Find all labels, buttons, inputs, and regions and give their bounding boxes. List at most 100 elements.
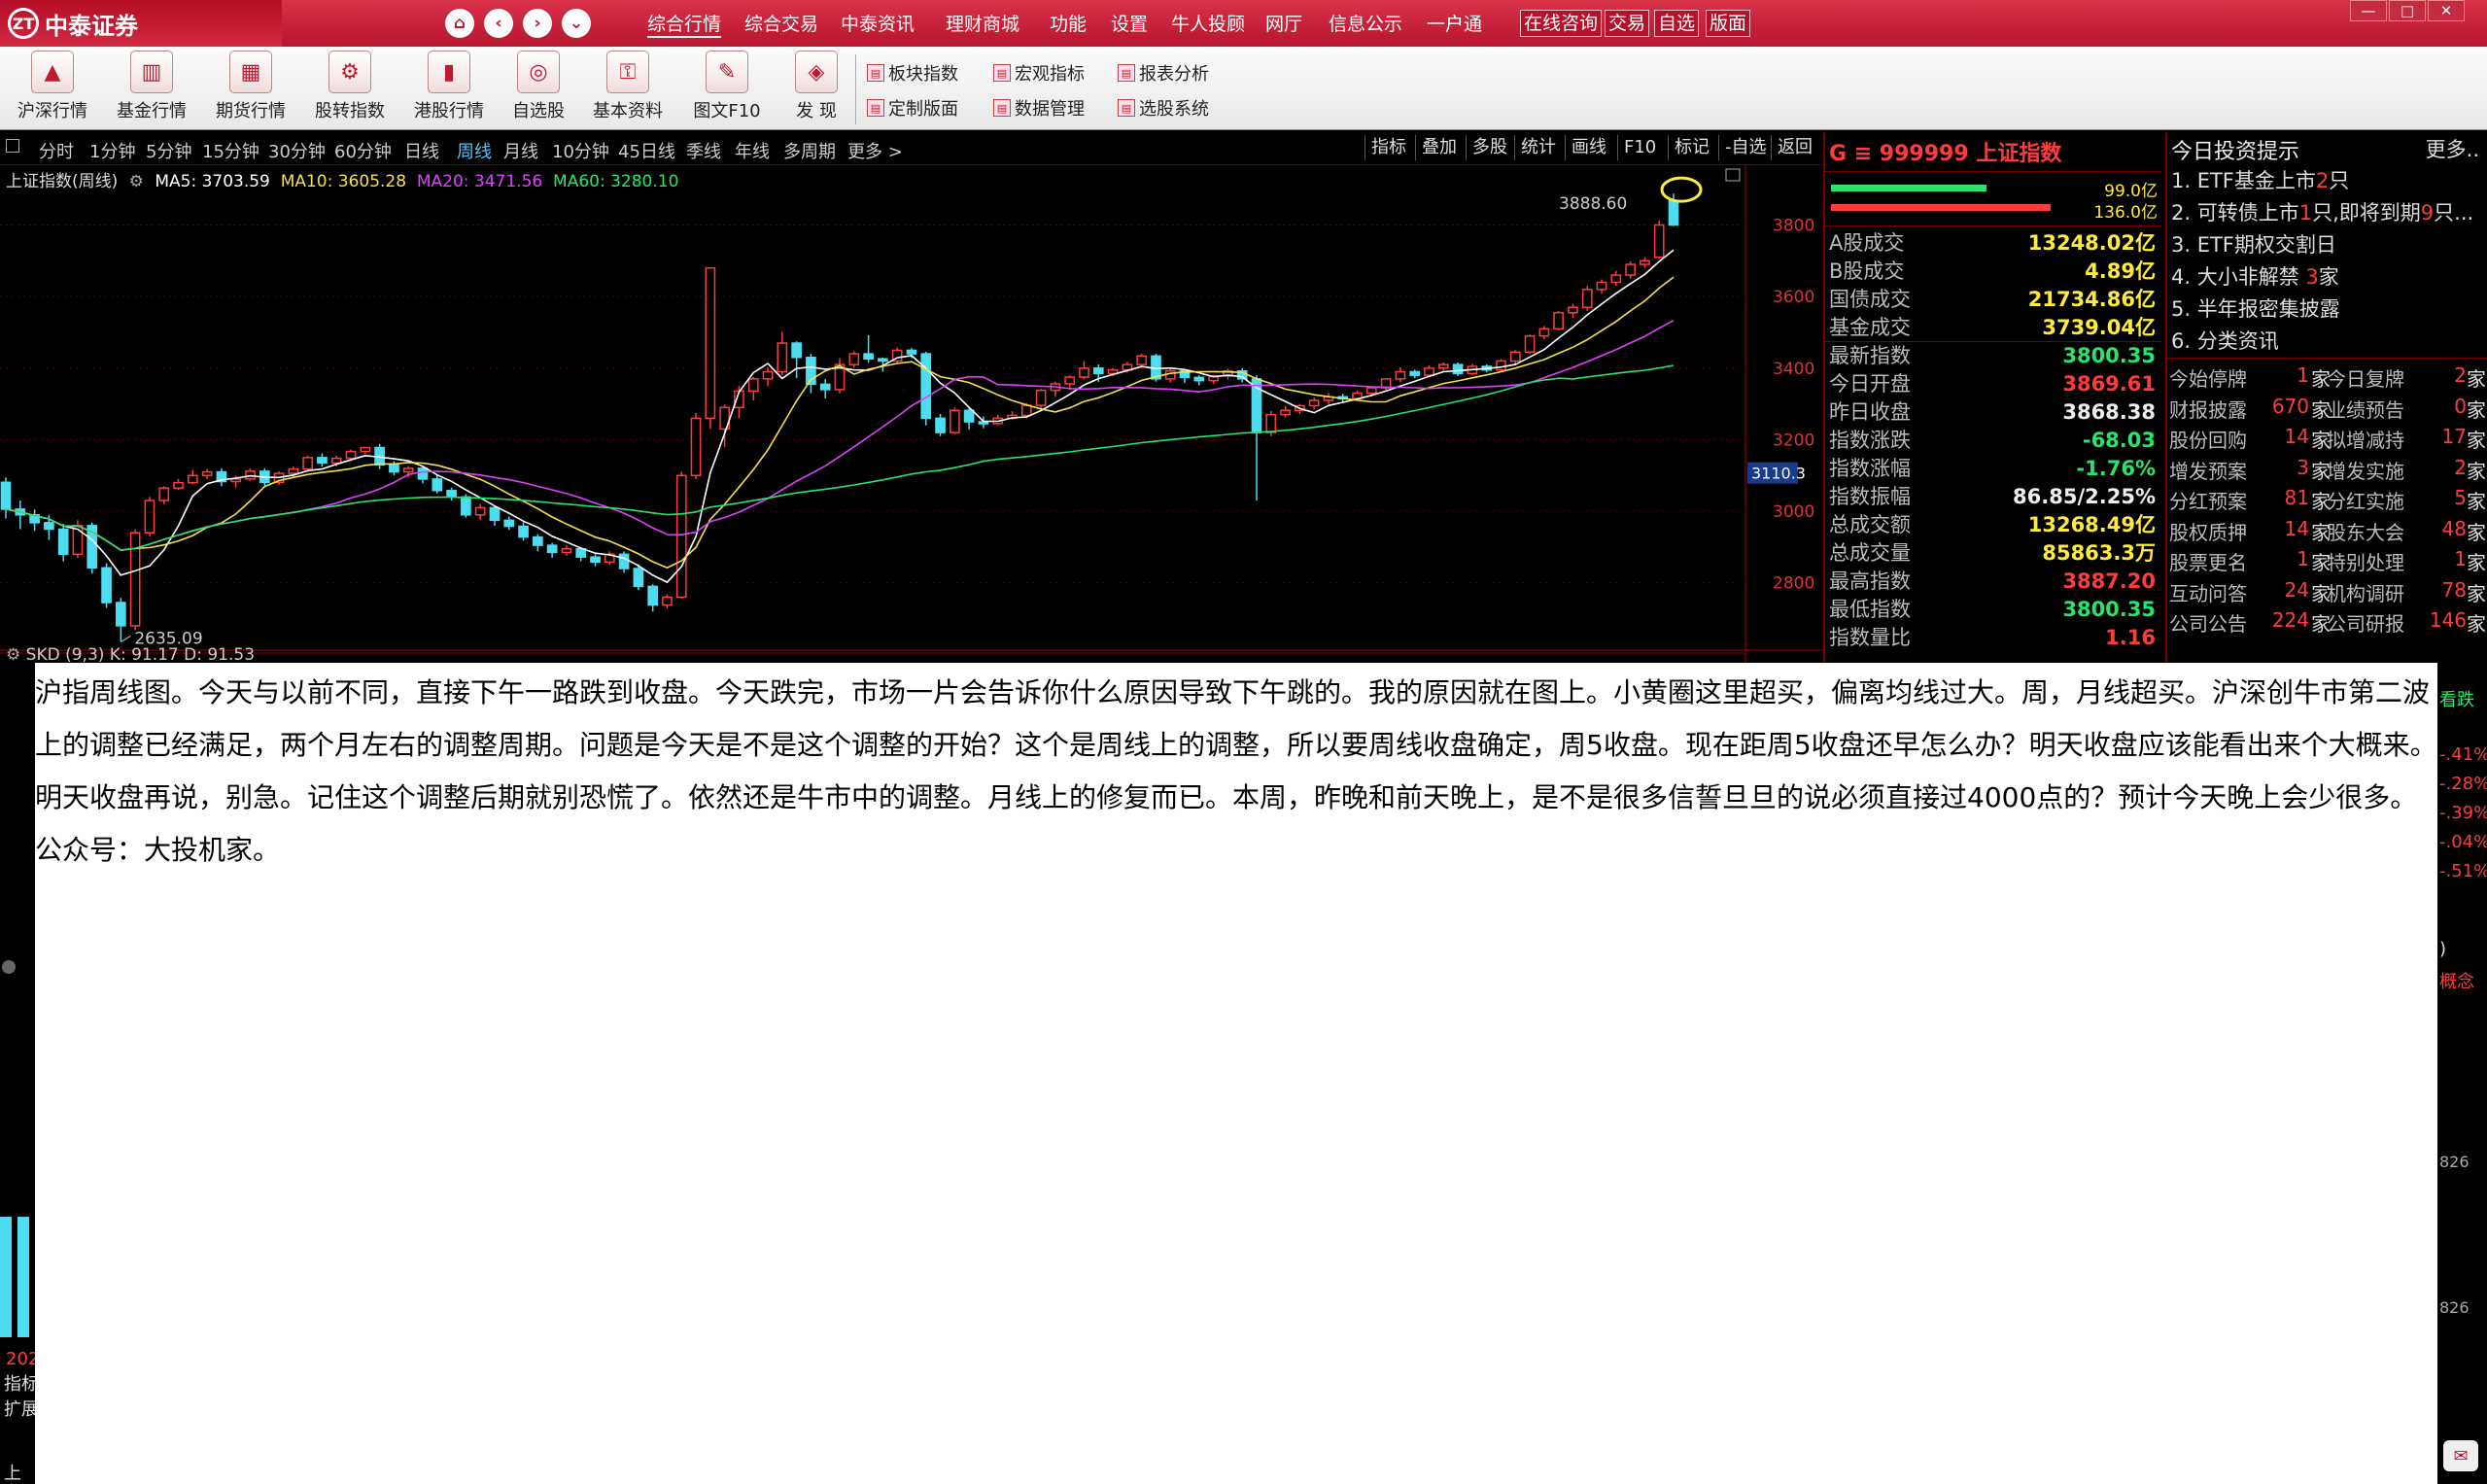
hint-stat[interactable]: 增发预案 [2169, 456, 2247, 484]
hint-stat[interactable]: 财报披露 [2169, 395, 2247, 423]
period-4[interactable]: 30分钟 [268, 138, 326, 163]
chart-tool-5[interactable]: F10 [1617, 135, 1662, 160]
hint-seg: 4. 大小非解禁 [2171, 265, 2306, 289]
toolbar-divider [855, 54, 856, 124]
period-2[interactable]: 5分钟 [146, 138, 191, 163]
hint-stat[interactable]: 公司公告 [2169, 608, 2247, 637]
chart-tool-2[interactable]: 多股 [1466, 135, 1513, 160]
left-partial-tab-extend[interactable]: 扩展 [4, 1396, 39, 1421]
period-6[interactable]: 日线 [404, 138, 439, 163]
chart-tool-3[interactable]: 统计 [1514, 135, 1562, 160]
toolbar-button-8[interactable]: ◈ 发 现 [772, 51, 861, 126]
period-5[interactable]: 60分钟 [334, 138, 392, 163]
toolbar-button-2[interactable]: ▦ 期货行情 [206, 51, 295, 126]
period-10[interactable]: 45日线 [618, 138, 675, 163]
period-1[interactable]: 1分钟 [89, 138, 135, 163]
hint-item-5[interactable]: 6. 分类资讯 [2171, 326, 2279, 355]
menu-item-0[interactable]: 综合行情 [647, 10, 722, 38]
settings-icon[interactable]: ⚙ [129, 172, 144, 191]
small-tool-0-0[interactable]: ▤ 板块指数 [867, 60, 958, 86]
hint-stat[interactable]: 业绩预告 [2327, 395, 2404, 423]
hint-item-3[interactable]: 4. 大小非解禁 3家 [2171, 261, 2339, 291]
period-9[interactable]: 10分钟 [552, 138, 609, 163]
indicator-settings-icon[interactable]: ⚙ [6, 645, 20, 665]
chart-tool-6[interactable]: 标记 [1668, 135, 1715, 160]
close-icon[interactable]: ✕ [2428, 0, 2465, 21]
minimize-icon[interactable]: — [2350, 0, 2387, 21]
hint-stat[interactable]: 互动问答 [2169, 578, 2247, 606]
home-icon[interactable]: ⌂ [445, 9, 474, 38]
period-menu-icon[interactable] [6, 139, 19, 153]
small-tool-1-0[interactable]: ▤ 定制版面 [867, 95, 958, 121]
hint-item-2[interactable]: 3. ETF期权交割日 [2171, 229, 2336, 259]
chart-tool-8[interactable]: 返回 [1771, 135, 1818, 160]
back-icon[interactable]: ‹ [484, 9, 513, 38]
period-8[interactable]: 月线 [503, 138, 538, 163]
candle-body [230, 478, 242, 483]
chart-tool-4[interactable]: 画线 [1565, 135, 1612, 160]
hint-stat[interactable]: 分红预案 [2169, 486, 2247, 514]
toolbar-button-4[interactable]: ▮ 港股行情 [404, 51, 494, 126]
forward-icon[interactable]: › [523, 9, 552, 38]
panel-toggle-icon[interactable] [2, 960, 16, 974]
menu-item-8[interactable]: 信息公示 [1329, 10, 1402, 36]
quote-row: 指数涨跌 -68.03 [1827, 427, 2161, 454]
hint-item-0[interactable]: 1. ETF基金上市2只 [2171, 165, 2349, 194]
boxed-menu-0[interactable]: 在线咨询 [1520, 10, 1603, 37]
menu-item-3[interactable]: 理财商城 [946, 10, 1019, 36]
dropdown-icon[interactable]: ⌄ [562, 9, 591, 38]
period-3[interactable]: 15分钟 [202, 138, 259, 163]
hint-stat[interactable]: 公司研报 [2327, 608, 2404, 637]
maximize-icon[interactable]: □ [2389, 0, 2426, 21]
chart-tool-0[interactable]: 指标 [1364, 135, 1412, 160]
notification-icon[interactable]: ✉ [2443, 1440, 2478, 1471]
toolbar-button-7[interactable]: ✎ 图文F10 [682, 51, 772, 126]
hint-stat[interactable]: 股权质押 [2169, 517, 2247, 545]
small-tool-1-1[interactable]: ▤ 数据管理 [993, 95, 1085, 121]
toolbar-button-1[interactable]: ▥ 基金行情 [107, 51, 196, 126]
hint-stat[interactable]: 特别处理 [2327, 547, 2404, 575]
period-13[interactable]: 多周期 [783, 138, 836, 163]
chart-tool-7[interactable]: -自选 [1718, 135, 1773, 160]
toolbar-button-0[interactable]: ▲ 沪深行情 [8, 51, 97, 126]
small-tool-1-2[interactable]: ▤ 选股系统 [1118, 95, 1209, 121]
toolbar-button-3[interactable]: ⚙ 股转指数 [305, 51, 395, 126]
kline-chart[interactable]: 3800360034003200300028003888.602635.0931… [0, 165, 1823, 663]
period-14[interactable]: 更多 > [847, 138, 903, 163]
menu-item-9[interactable]: 一户通 [1427, 10, 1482, 36]
small-tool-0-2[interactable]: ▤ 报表分析 [1118, 60, 1209, 86]
period-0[interactable]: 分时 [39, 138, 74, 163]
hint-stat[interactable]: 股票更名 [2169, 547, 2247, 575]
hint-stat[interactable]: 今始停牌 [2169, 363, 2247, 392]
period-12[interactable]: 年线 [735, 138, 770, 163]
candle-body [1395, 370, 1406, 380]
small-tool-0-1[interactable]: ▤ 宏观指标 [993, 60, 1085, 86]
menu-item-4[interactable]: 功能 [1050, 10, 1087, 36]
boxed-menu-2[interactable]: 自选 [1654, 10, 1700, 37]
menu-item-1[interactable]: 综合交易 [744, 10, 818, 36]
quote-label: 最新指数 [1829, 344, 1911, 367]
toolbar-button-5[interactable]: ◎ 自选股 [494, 51, 583, 126]
period-7[interactable]: 周线 [457, 138, 492, 163]
hint-item-1[interactable]: 2. 可转债上市1只,即将到期9只... [2171, 197, 2473, 226]
menu-item-7[interactable]: 网厅 [1265, 10, 1302, 36]
boxed-menu-1[interactable]: 交易 [1605, 10, 1650, 37]
hint-stat[interactable]: 股份回购 [2169, 425, 2247, 453]
left-partial-tab-indicator[interactable]: 指标 [4, 1370, 39, 1396]
hint-stat[interactable]: 拟增减持 [2327, 425, 2404, 453]
period-11[interactable]: 季线 [686, 138, 721, 163]
hint-stat[interactable]: 增发实施 [2327, 456, 2404, 484]
boxed-menu-3[interactable]: 版面 [1706, 10, 1751, 37]
hint-stat[interactable]: 分红实施 [2327, 486, 2404, 514]
toolbar-button-6[interactable]: ⚿ 基本资料 [583, 51, 673, 126]
right-partial-concept[interactable]: 概念 [2439, 968, 2474, 993]
hint-stat[interactable]: 股东大会 [2327, 517, 2404, 545]
menu-item-6[interactable]: 牛人投顾 [1171, 10, 1245, 36]
hint-stat[interactable]: 机构调研 [2327, 578, 2404, 606]
menu-item-5[interactable]: 设置 [1111, 10, 1148, 36]
menu-item-2[interactable]: 中泰资讯 [841, 10, 915, 36]
hint-stat[interactable]: 今日复牌 [2327, 363, 2404, 392]
chart-tool-1[interactable]: 叠加 [1415, 135, 1463, 160]
hints-more-link[interactable]: 更多.. [2426, 134, 2479, 163]
hint-item-4[interactable]: 5. 半年报密集披露 [2171, 293, 2340, 323]
